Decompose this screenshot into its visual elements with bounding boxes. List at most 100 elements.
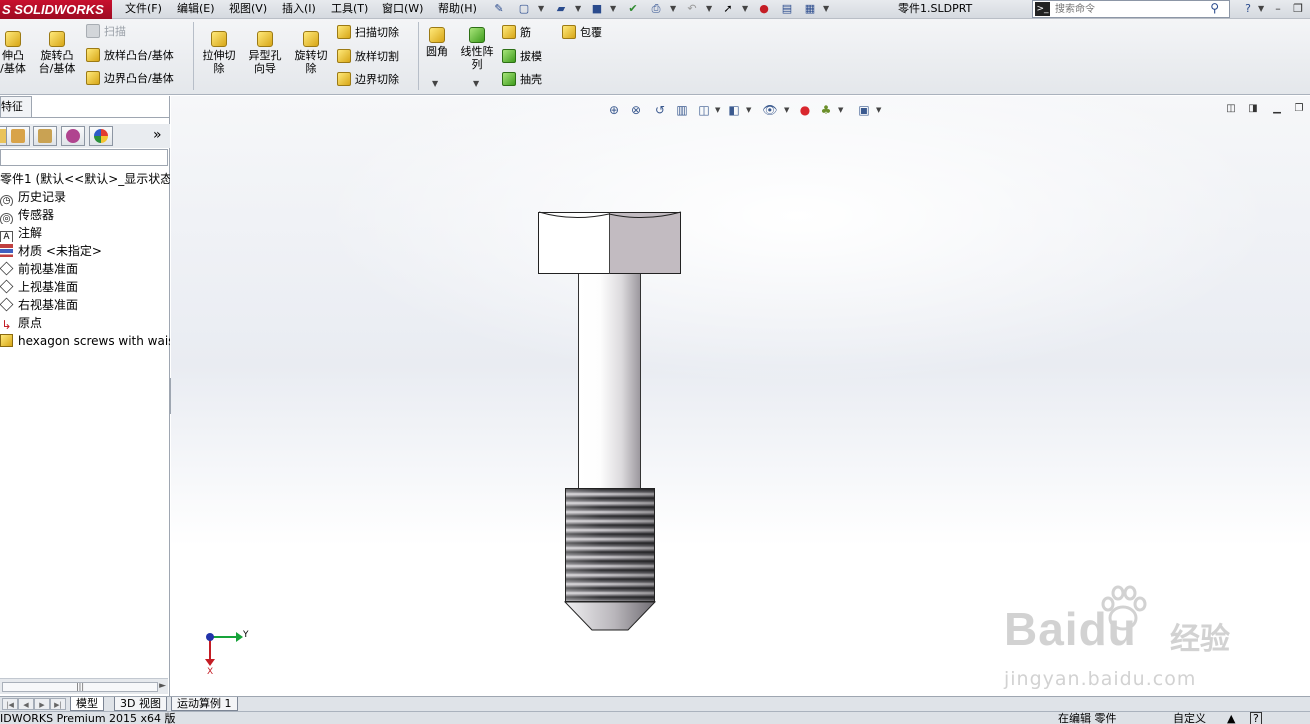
search-icon[interactable]: ⚲: [1210, 1, 1219, 15]
restore-icon[interactable]: ❐: [1290, 2, 1306, 16]
extrude-boss-label-2: /基体: [0, 62, 26, 75]
status-units-custom[interactable]: 自定义: [1173, 712, 1206, 724]
status-bar: IDWORKS Premium 2015 x64 版 在编辑 零件 自定义 ▲ …: [0, 711, 1310, 724]
search-commands-box[interactable]: >_ ⚲: [1032, 0, 1230, 18]
loft-boss-button[interactable]: 放样凸台/基体: [86, 48, 174, 64]
hole-wizard-button[interactable]: 异型孔 向导: [245, 31, 285, 75]
file-properties-icon[interactable]: ▤: [779, 2, 795, 16]
revolve-cut-button[interactable]: 旋转切 除: [290, 31, 332, 75]
extrude-boss-button[interactable]: 伸凸 /基体: [0, 31, 30, 75]
revolve-boss-button[interactable]: 旋转凸 台/基体: [36, 31, 78, 75]
swept-cut-button[interactable]: 扫描切除: [337, 25, 399, 41]
save-dropdown-arrow[interactable]: ▼: [610, 2, 616, 16]
save-icon[interactable]: ■: [589, 2, 605, 16]
bolt-shank[interactable]: [578, 274, 641, 488]
extrude-cut-button[interactable]: 拉伸切 除: [199, 31, 239, 75]
menu-tools[interactable]: 工具(T): [331, 2, 368, 16]
plane-icon: [0, 279, 14, 294]
print-dropdown-arrow[interactable]: ▼: [670, 2, 676, 16]
menu-file[interactable]: 文件(F): [125, 2, 162, 16]
bolt-threaded-section[interactable]: [565, 488, 655, 602]
panel-horizontal-scrollbar[interactable]: ||| ►: [0, 678, 168, 694]
traffic-light-icon[interactable]: ●: [756, 2, 772, 16]
rebuild-icon[interactable]: ✔: [625, 2, 641, 16]
display-manager-icon: [94, 129, 108, 143]
menu-view[interactable]: 视图(V): [229, 2, 267, 16]
fillet-dropdown-arrow[interactable]: ▼: [432, 77, 438, 91]
last-tab-arrow-icon[interactable]: ▶|: [50, 698, 66, 710]
wrap-button[interactable]: 包覆: [562, 25, 602, 41]
first-tab-arrow-icon[interactable]: |◀: [2, 698, 18, 710]
tree-item-right-plane[interactable]: 右视基准面: [0, 296, 170, 314]
menu-help[interactable]: 帮助(H): [438, 2, 477, 16]
tree-item-front-plane[interactable]: 前视基准面: [0, 260, 170, 278]
scrollbar-thumb[interactable]: |||: [2, 682, 158, 692]
options-dropdown-arrow[interactable]: ▼: [823, 2, 829, 16]
tree-filter-input[interactable]: [0, 149, 168, 166]
shell-button[interactable]: 抽壳: [502, 72, 542, 88]
sweep-button[interactable]: 扫描: [86, 24, 126, 40]
pin-icon[interactable]: ✎: [491, 2, 507, 16]
tree-item-label: 注解: [18, 226, 43, 240]
boundary-boss-button[interactable]: 边界凸台/基体: [86, 71, 174, 87]
tree-item-history[interactable]: ◷ 历史记录: [0, 188, 170, 206]
tree-item-revolve-feature[interactable]: hexagon screws with waist: [0, 332, 170, 350]
undo-dropdown-arrow[interactable]: ▼: [706, 2, 712, 16]
linear-pattern-button[interactable]: 线性阵 列: [457, 27, 497, 71]
tab-strip-divider: [0, 117, 170, 118]
tab-motion-study[interactable]: 运动算例 1: [171, 697, 238, 711]
next-tab-arrow-icon[interactable]: ▶: [34, 698, 50, 710]
menu-edit[interactable]: 编辑(E): [177, 2, 215, 16]
help-dropdown-arrow[interactable]: ▼: [1258, 2, 1264, 16]
help-icon[interactable]: ?: [1240, 2, 1256, 16]
extrude-cut-icon: [211, 31, 227, 47]
boundary-cut-icon: [337, 72, 351, 86]
new-dropdown-arrow[interactable]: ▼: [538, 2, 544, 16]
hole-wizard-label-2: 向导: [254, 62, 276, 75]
graphics-viewport[interactable]: ⊕ ⊗ ↺ ▥ ◫ ▼ ◧ ▼ 👁 ▼ ● ♣ ▼ ▣ ▼ ◫ ◨ ▁ ❐ Y …: [171, 96, 1310, 696]
print-icon[interactable]: ⎙: [648, 2, 664, 16]
boundary-cut-button[interactable]: 边界切除: [337, 72, 399, 88]
display-manager-tab[interactable]: [89, 126, 113, 146]
triad-origin: [206, 633, 214, 641]
undo-icon[interactable]: ↶: [684, 2, 700, 16]
draft-button[interactable]: 拔模: [502, 49, 542, 65]
shell-label: 抽壳: [520, 73, 542, 86]
menu-window[interactable]: 窗口(W): [382, 2, 423, 16]
tab-3d-views[interactable]: 3D 视图: [114, 697, 167, 711]
tree-item-top-plane[interactable]: 上视基准面: [0, 278, 170, 296]
tree-item-annotations[interactable]: A 注解: [0, 224, 170, 242]
tree-item-origin[interactable]: ↳ 原点: [0, 314, 170, 332]
tree-item-material[interactable]: 材质 <未指定>: [0, 242, 170, 260]
tree-item-sensors[interactable]: ◎ 传感器: [0, 206, 170, 224]
new-document-icon[interactable]: ▢: [516, 2, 532, 16]
select-dropdown-arrow[interactable]: ▼: [742, 2, 748, 16]
status-help-icon[interactable]: ?: [1250, 712, 1262, 724]
pattern-dropdown-arrow[interactable]: ▼: [473, 77, 479, 91]
tab-features[interactable]: 特征: [0, 96, 32, 117]
property-manager-tab[interactable]: [6, 126, 30, 146]
annotation-icon: A: [0, 231, 13, 242]
rib-button[interactable]: 筋: [502, 25, 531, 41]
lofted-cut-button[interactable]: 放样切割: [337, 49, 399, 65]
expand-chevron-icon[interactable]: »: [153, 127, 162, 143]
open-dropdown-arrow[interactable]: ▼: [575, 2, 581, 16]
dimxpert-manager-tab[interactable]: [61, 126, 85, 146]
open-folder-icon[interactable]: ▰: [553, 2, 569, 16]
tree-root-part[interactable]: 零件1 (默认<<默认>_显示状态: [0, 170, 170, 188]
tab-model[interactable]: 模型: [70, 697, 104, 711]
minimize-icon[interactable]: –: [1270, 2, 1286, 16]
configuration-manager-tab[interactable]: [33, 126, 57, 146]
fillet-button[interactable]: 圆角: [423, 27, 451, 58]
bolt-tip-chamfer[interactable]: [564, 601, 656, 633]
prev-tab-arrow-icon[interactable]: ◀: [18, 698, 34, 710]
solidworks-logo[interactable]: S SOLIDWORKS: [0, 0, 112, 19]
menu-insert[interactable]: 插入(I): [282, 2, 316, 16]
material-icon: [0, 244, 13, 257]
status-units-dropdown-arrow[interactable]: ▲: [1227, 712, 1235, 724]
plane-icon: [0, 261, 14, 276]
search-input[interactable]: [1055, 2, 1205, 16]
options-icon[interactable]: ▦: [802, 2, 818, 16]
select-cursor-icon[interactable]: ➚: [720, 2, 736, 16]
scroll-right-arrow-icon[interactable]: ►: [159, 681, 166, 691]
